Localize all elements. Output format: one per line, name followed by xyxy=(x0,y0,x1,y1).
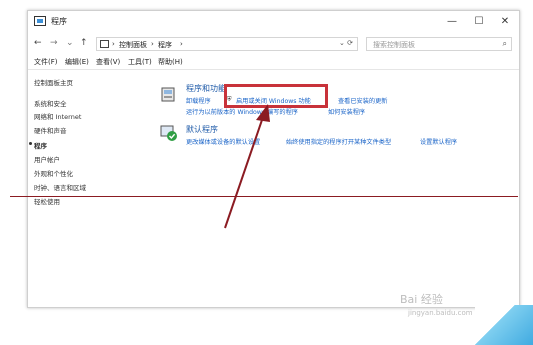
watermark-logo: Bai 经验 xyxy=(400,293,443,306)
desktop-corner xyxy=(475,305,533,345)
annotation-arrow xyxy=(224,104,270,229)
watermark-url: jingyan.baidu.com xyxy=(408,309,473,317)
